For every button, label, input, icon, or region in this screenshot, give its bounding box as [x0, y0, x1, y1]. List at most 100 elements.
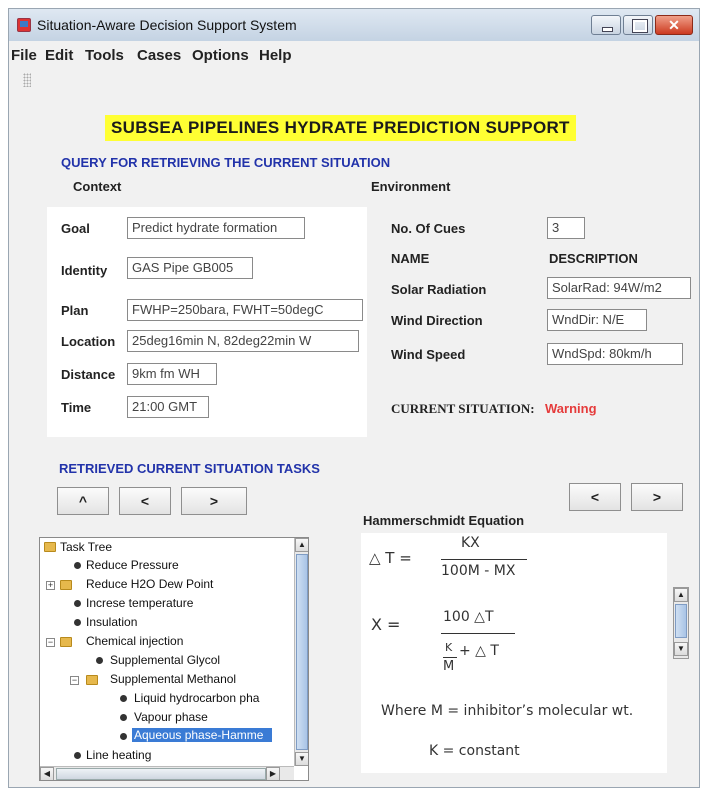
scroll-h-thumb[interactable] [56, 768, 266, 780]
context-title: Context [73, 179, 122, 194]
context-panel: Goal Predict hydrate formation Identity … [47, 207, 367, 437]
bullet-icon [120, 695, 127, 702]
tree-node-liquid-hydrocarbon[interactable]: Liquid hydrocarbon pha [134, 691, 259, 705]
tree-node-insulation[interactable]: Insulation [86, 615, 137, 629]
page-headline: SUBSEA PIPELINES HYDRATE PREDICTION SUPP… [105, 115, 576, 141]
location-label: Location [61, 334, 116, 349]
minimize-button[interactable] [591, 15, 621, 35]
tasks-next-button[interactable]: > [181, 487, 247, 515]
eq2-inner-fraction-line [443, 657, 457, 658]
tree-node-vapour-phase[interactable]: Vapour phase [134, 710, 208, 724]
cue-description-wind-direction[interactable]: WndDir: N/E [547, 309, 647, 331]
app-window: Situation-Aware Decision Support System … [8, 8, 700, 788]
distance-field[interactable]: 9km fm WH [127, 363, 217, 385]
scroll-up-icon[interactable]: ▲ [295, 538, 308, 552]
plan-field[interactable]: FWHP=250bara, FWHT=50degC [127, 299, 363, 321]
equation-prev-button[interactable]: < [569, 483, 621, 511]
toolbar-grip-icon[interactable] [23, 73, 31, 87]
scroll-thumb[interactable] [296, 554, 308, 750]
menu-options[interactable]: Options [192, 47, 249, 64]
query-section-title: QUERY FOR RETRIEVING THE CURRENT SITUATI… [61, 155, 391, 170]
window-title: Situation-Aware Decision Support System [37, 17, 297, 33]
location-field[interactable]: 25deg16min N, 82deg22min W [127, 330, 359, 352]
eq2-numerator: 100 △T [443, 609, 494, 625]
tree-node-reduce-pressure[interactable]: Reduce Pressure [86, 558, 179, 572]
close-button[interactable]: ✕ [655, 15, 693, 35]
collapse-icon[interactable]: − [46, 638, 55, 647]
time-field[interactable]: 21:00 GMT [127, 396, 209, 418]
identity-field[interactable]: GAS Pipe GB005 [127, 257, 253, 279]
current-situation-label: CURRENT SITUATION: [391, 401, 535, 416]
cue-name-wind-direction: Wind Direction [391, 313, 483, 328]
equation-next-button[interactable]: > [631, 483, 683, 511]
tree-vertical-scrollbar[interactable]: ▲ ▼ [294, 538, 308, 766]
tasks-prev-button[interactable]: < [119, 487, 171, 515]
name-column-header: NAME [391, 251, 430, 266]
bullet-icon [120, 733, 127, 740]
environment-title: Environment [371, 179, 451, 194]
tasks-section-title: RETRIEVED CURRENT SITUATION TASKS [59, 461, 320, 476]
plan-label: Plan [61, 303, 89, 318]
eq2-den-plus-delta-t: + △ T [459, 643, 499, 659]
expand-icon[interactable]: + [46, 581, 55, 590]
tree-node-line-heating[interactable]: Line heating [86, 748, 151, 762]
scroll-right-icon[interactable]: ▶ [266, 767, 280, 780]
tree-node-chemical-injection[interactable]: Chemical injection [86, 634, 183, 648]
cue-description-wind-speed[interactable]: WndSpd: 80km/h [547, 343, 683, 365]
folder-icon [86, 675, 98, 685]
scroll-down-icon[interactable]: ▼ [674, 642, 688, 656]
eq2-den-k: K [445, 641, 453, 654]
equation-vertical-scrollbar[interactable]: ▲ ▼ [673, 587, 689, 659]
cue-name-solar: Solar Radiation [391, 282, 487, 297]
bullet-icon [74, 752, 81, 759]
scroll-down-icon[interactable]: ▼ [295, 752, 308, 766]
menu-edit[interactable]: Edit [45, 47, 73, 64]
close-icon: ✕ [668, 17, 680, 33]
eq2-fraction-line [441, 633, 515, 634]
tree-node-reduce-h2o-dew-point[interactable]: Reduce H2O Dew Point [86, 577, 213, 591]
task-tree[interactable]: Task Tree Reduce Pressure + Reduce H2O D… [39, 537, 309, 781]
menu-cases[interactable]: Cases [137, 47, 181, 64]
delta-t-lhs: △ T = [369, 549, 412, 567]
tasks-up-button[interactable]: ^ [57, 487, 109, 515]
tree-node-supplemental-methanol[interactable]: Supplemental Methanol [110, 672, 236, 686]
tree-node-increse-temperature[interactable]: Increse temperature [86, 596, 193, 610]
goal-field[interactable]: Predict hydrate formation [127, 217, 305, 239]
equation-title: Hammerschmidt Equation [363, 513, 525, 528]
tree-horizontal-scrollbar[interactable]: ◀ ▶ [40, 766, 294, 780]
tree-node-supplemental-glycol[interactable]: Supplemental Glycol [110, 653, 220, 667]
current-situation-value: Warning [545, 401, 597, 416]
title-bar: Situation-Aware Decision Support System … [9, 9, 699, 41]
equation-panel: △ T = KX 100M - MX X = 100 △T K + △ T M … [361, 533, 667, 773]
folder-icon [44, 542, 56, 552]
goal-label: Goal [61, 221, 90, 236]
menu-tools[interactable]: Tools [85, 47, 124, 64]
where-m-definition: Where M = inhibitor’s molecular wt. [381, 703, 634, 719]
eq2-den-m: M [443, 659, 455, 674]
eq1-fraction-line [441, 559, 527, 560]
scroll-thumb[interactable] [675, 604, 687, 638]
x-lhs: X = [371, 615, 401, 634]
cues-count-field[interactable]: 3 [547, 217, 585, 239]
cue-description-solar[interactable]: SolarRad: 94W/m2 [547, 277, 691, 299]
tree-node-task-tree[interactable]: Task Tree [60, 540, 112, 554]
identity-label: Identity [61, 263, 108, 278]
cues-count-label: No. Of Cues [391, 221, 466, 236]
k-constant-definition: K = constant [429, 743, 520, 759]
scroll-left-icon[interactable]: ◀ [40, 767, 54, 780]
bullet-icon [120, 714, 127, 721]
menu-help[interactable]: Help [259, 47, 292, 64]
tree-node-aqueous-phase-selected[interactable]: Aqueous phase-Hamme [132, 728, 272, 742]
description-column-header: DESCRIPTION [549, 251, 638, 266]
menu-file[interactable]: File [11, 47, 37, 64]
java-app-icon [17, 18, 31, 32]
time-label: Time [61, 400, 92, 415]
distance-label: Distance [61, 367, 116, 382]
folder-icon [60, 637, 72, 647]
collapse-icon[interactable]: − [70, 676, 79, 685]
scroll-up-icon[interactable]: ▲ [674, 588, 688, 602]
bullet-icon [74, 619, 81, 626]
bullet-icon [96, 657, 103, 664]
maximize-button[interactable] [623, 15, 653, 35]
cue-name-wind-speed: Wind Speed [391, 347, 466, 362]
